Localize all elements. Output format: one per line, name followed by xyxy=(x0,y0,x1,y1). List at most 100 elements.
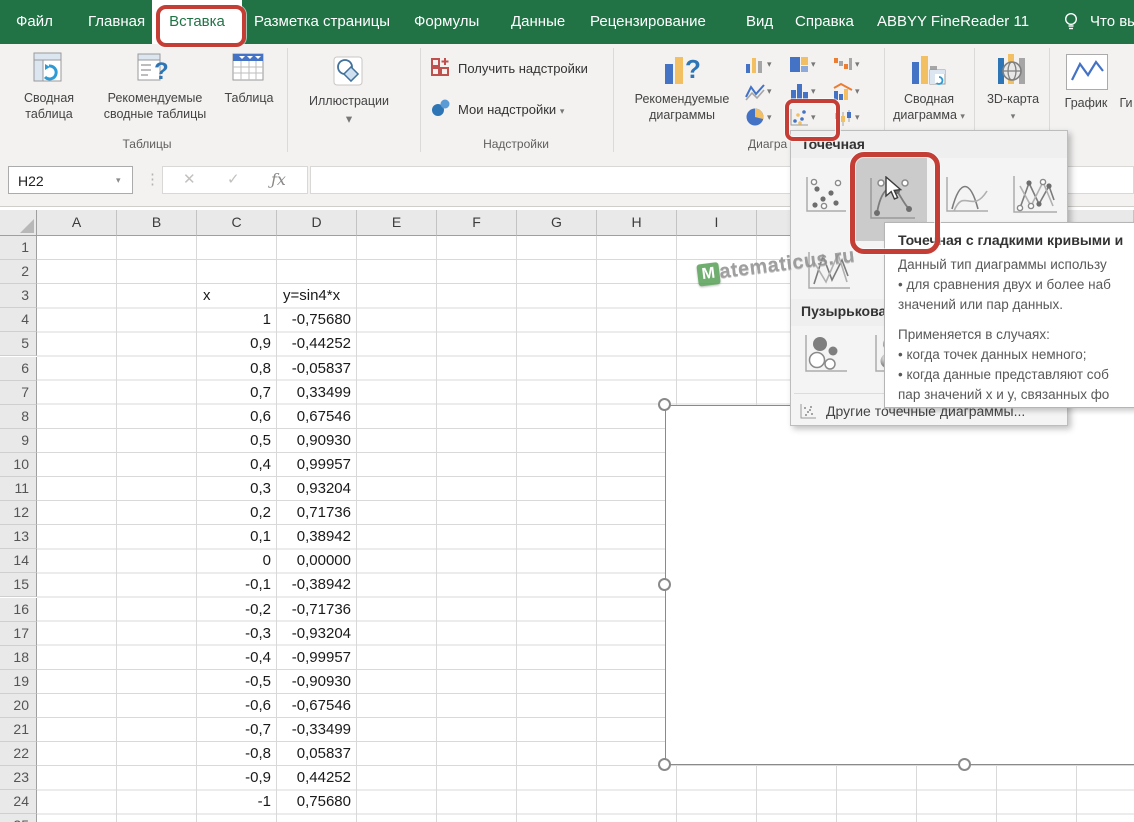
row-header-13[interactable]: 13 xyxy=(0,525,37,550)
row-header-20[interactable]: 20 xyxy=(0,693,37,718)
scatter-lines-markers-option[interactable] xyxy=(1003,161,1065,229)
cell-D3[interactable]: y=sin4*x xyxy=(277,284,357,308)
row-header-18[interactable]: 18 xyxy=(0,645,37,670)
recommended-charts-button[interactable]: Рекомендуемые диаграммы xyxy=(622,92,742,123)
recommended-pivot-icon[interactable]: ? xyxy=(136,51,170,90)
cell-C11[interactable]: 0,3 xyxy=(197,477,277,501)
cell-D21[interactable]: -0,33499 xyxy=(277,718,357,742)
cell-D6[interactable]: -0,05837 xyxy=(277,357,357,381)
pivot-table-button[interactable]: Сводная таблица xyxy=(4,91,94,122)
tab-page-layout[interactable]: Разметка страницы xyxy=(254,0,390,44)
column-header-A[interactable]: A xyxy=(37,210,117,236)
cell-D23[interactable]: 0,44252 xyxy=(277,766,357,790)
get-addins-icon[interactable] xyxy=(430,56,452,83)
table-button[interactable]: Таблица xyxy=(206,91,292,107)
row-header-16[interactable]: 16 xyxy=(0,597,37,622)
get-addins-button[interactable]: Получить надстройки xyxy=(458,61,588,76)
my-addins-icon[interactable] xyxy=(430,97,452,124)
cell-C21[interactable]: -0,7 xyxy=(197,718,277,742)
cell-C4[interactable]: 1 xyxy=(197,308,277,332)
row-header-2[interactable]: 2 xyxy=(0,260,37,285)
cell-C15[interactable]: -0,1 xyxy=(197,573,277,597)
cell-D14[interactable]: 0,00000 xyxy=(277,549,357,573)
illustrations-button[interactable]: Иллюстрации xyxy=(296,94,402,110)
treemap-chart-button[interactable]: ▾ xyxy=(789,52,829,76)
row-header-19[interactable]: 19 xyxy=(0,669,37,694)
cell-C10[interactable]: 0,4 xyxy=(197,453,277,477)
tab-data[interactable]: Данные xyxy=(511,0,565,44)
pie-chart-button[interactable]: ▾ xyxy=(745,105,785,129)
chart-handle-bottom-center[interactable] xyxy=(958,758,971,771)
tab-abbyy-finereader[interactable]: ABBYY FineReader 11 xyxy=(877,0,1029,44)
column-header-B[interactable]: B xyxy=(117,210,197,236)
enter-icon[interactable]: ✓ xyxy=(227,167,240,193)
sparkline-histogram-button-partial[interactable]: Ги xyxy=(1114,96,1134,112)
cell-C17[interactable]: -0,3 xyxy=(197,622,277,646)
column-header-F[interactable]: F xyxy=(437,210,517,236)
tab-review[interactable]: Рецензирование xyxy=(590,0,706,44)
cell-C14[interactable]: 0 xyxy=(197,549,277,573)
sparkline-graph-button[interactable]: График xyxy=(1058,96,1114,112)
cell-D5[interactable]: -0,44252 xyxy=(277,332,357,356)
cell-D4[interactable]: -0,75680 xyxy=(277,308,357,332)
cell-D22[interactable]: 0,05837 xyxy=(277,742,357,766)
scatter-smooth-option[interactable] xyxy=(937,161,995,229)
map3d-button[interactable]: 3D-карта ▾ xyxy=(986,92,1040,123)
cell-C7[interactable]: 0,7 xyxy=(197,381,277,405)
cell-C6[interactable]: 0,8 xyxy=(197,357,277,381)
illustrations-caret[interactable]: ▾ xyxy=(296,112,402,128)
cell-D15[interactable]: -0,38942 xyxy=(277,573,357,597)
cell-D7[interactable]: 0,33499 xyxy=(277,381,357,405)
pivot-table-icon[interactable] xyxy=(31,51,65,90)
tab-formulas[interactable]: Формулы xyxy=(414,0,479,44)
column-header-G[interactable]: G xyxy=(517,210,597,236)
cell-C24[interactable]: -1 xyxy=(197,790,277,814)
cell-C22[interactable]: -0,8 xyxy=(197,742,277,766)
cell-C3[interactable]: x xyxy=(197,284,277,308)
row-header-15[interactable]: 15 xyxy=(0,573,37,598)
tab-help[interactable]: Справка xyxy=(795,0,854,44)
row-header-21[interactable]: 21 xyxy=(0,718,37,743)
column-header-H[interactable]: H xyxy=(597,210,677,236)
chart-handle-top-left[interactable] xyxy=(658,398,671,411)
tab-home[interactable]: Главная xyxy=(88,0,145,44)
waterfall-chart-button[interactable]: ▾ xyxy=(833,52,873,76)
row-header-25[interactable]: 25 xyxy=(0,814,37,822)
cell-D9[interactable]: 0,90930 xyxy=(277,429,357,453)
chart-handle-bottom-left[interactable] xyxy=(658,758,671,771)
row-header-9[interactable]: 9 xyxy=(0,428,37,453)
sparkline-graph-icon[interactable] xyxy=(1066,54,1108,95)
cell-C19[interactable]: -0,5 xyxy=(197,670,277,694)
cell-C16[interactable]: -0,2 xyxy=(197,598,277,622)
cell-D24[interactable]: 0,75680 xyxy=(277,790,357,814)
row-header-5[interactable]: 5 xyxy=(0,332,37,357)
cell-C23[interactable]: -0,9 xyxy=(197,766,277,790)
cell-D17[interactable]: -0,93204 xyxy=(277,622,357,646)
cell-D11[interactable]: 0,93204 xyxy=(277,477,357,501)
formula-bar-grip-icon[interactable]: ⋮ xyxy=(145,166,160,194)
recommended-charts-icon[interactable]: ? xyxy=(663,52,701,93)
insert-function-icon[interactable]: ƒx xyxy=(271,167,286,193)
row-header-17[interactable]: 17 xyxy=(0,621,37,646)
row-header-10[interactable]: 10 xyxy=(0,452,37,477)
map3d-icon[interactable] xyxy=(994,52,1030,93)
illustrations-icon[interactable] xyxy=(330,53,366,94)
cell-D19[interactable]: -0,90930 xyxy=(277,670,357,694)
cell-C13[interactable]: 0,1 xyxy=(197,525,277,549)
column-header-C[interactable]: C xyxy=(197,210,277,236)
column-chart-button[interactable]: ▾ xyxy=(745,52,785,76)
my-addins-button[interactable]: Мои надстройки ▾ xyxy=(458,102,564,117)
name-box-caret-icon[interactable]: ▾ xyxy=(116,166,121,194)
column-header-E[interactable]: E xyxy=(357,210,437,236)
cell-D10[interactable]: 0,99957 xyxy=(277,453,357,477)
chart-placeholder[interactable] xyxy=(665,405,1134,765)
cell-D13[interactable]: 0,38942 xyxy=(277,525,357,549)
tab-view[interactable]: Вид xyxy=(746,0,773,44)
scatter-markers-option[interactable] xyxy=(797,161,853,229)
row-header-24[interactable]: 24 xyxy=(0,790,37,815)
tellme-box[interactable]: Что вы хо xyxy=(1090,0,1134,44)
cell-D18[interactable]: -0,99957 xyxy=(277,646,357,670)
table-icon[interactable] xyxy=(231,51,265,90)
cell-D8[interactable]: 0,67546 xyxy=(277,405,357,429)
row-header-22[interactable]: 22 xyxy=(0,742,37,767)
